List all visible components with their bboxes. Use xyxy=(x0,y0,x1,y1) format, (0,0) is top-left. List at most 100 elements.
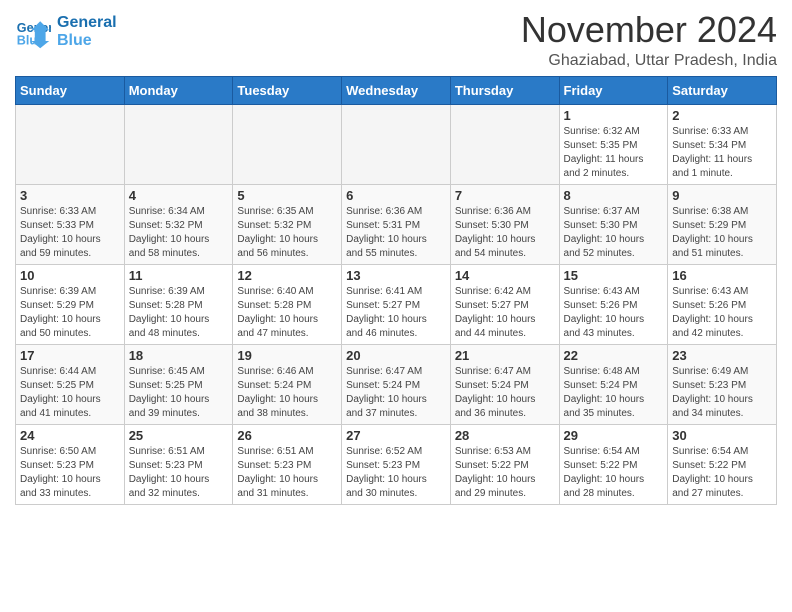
day-info: Sunrise: 6:47 AM Sunset: 5:24 PM Dayligh… xyxy=(346,365,446,421)
calendar-week-row: 24 Sunrise: 6:50 AM Sunset: 5:23 PM Dayli… xyxy=(16,424,777,504)
calendar-day-cell: 2 Sunrise: 6:33 AM Sunset: 5:34 PM Daylig… xyxy=(668,104,777,184)
day-info: Sunrise: 6:42 AM Sunset: 5:27 PM Dayligh… xyxy=(455,285,555,341)
weekday-header: Tuesday xyxy=(233,76,342,104)
title-block: November 2024 Ghaziabad, Uttar Pradesh, … xyxy=(521,10,777,70)
day-number: 18 xyxy=(129,348,229,363)
day-info: Sunrise: 6:48 AM Sunset: 5:24 PM Dayligh… xyxy=(564,365,664,421)
day-info: Sunrise: 6:49 AM Sunset: 5:23 PM Dayligh… xyxy=(672,365,772,421)
day-info: Sunrise: 6:43 AM Sunset: 5:26 PM Dayligh… xyxy=(672,285,772,341)
calendar-day-cell: 16 Sunrise: 6:43 AM Sunset: 5:26 PM Dayli… xyxy=(668,264,777,344)
calendar-day-cell xyxy=(233,104,342,184)
day-info: Sunrise: 6:46 AM Sunset: 5:24 PM Dayligh… xyxy=(237,365,337,421)
day-number: 26 xyxy=(237,428,337,443)
day-info: Sunrise: 6:38 AM Sunset: 5:29 PM Dayligh… xyxy=(672,205,772,261)
calendar-day-cell: 26 Sunrise: 6:51 AM Sunset: 5:23 PM Dayli… xyxy=(233,424,342,504)
day-number: 7 xyxy=(455,188,555,203)
day-number: 21 xyxy=(455,348,555,363)
calendar-day-cell: 1Sunrise: 6:32 AM Sunset: 5:35 PM Daylig… xyxy=(559,104,668,184)
calendar-day-cell: 14Sunrise: 6:42 AM Sunset: 5:27 PM Dayli… xyxy=(450,264,559,344)
day-number: 2 xyxy=(672,108,772,123)
calendar-day-cell: 12 Sunrise: 6:40 AM Sunset: 5:28 PM Dayli… xyxy=(233,264,342,344)
calendar-day-cell: 18 Sunrise: 6:45 AM Sunset: 5:25 PM Dayli… xyxy=(124,344,233,424)
day-info: Sunrise: 6:54 AM Sunset: 5:22 PM Dayligh… xyxy=(564,445,664,501)
day-info: Sunrise: 6:37 AM Sunset: 5:30 PM Dayligh… xyxy=(564,205,664,261)
calendar-day-cell: 9 Sunrise: 6:38 AM Sunset: 5:29 PM Daylig… xyxy=(668,184,777,264)
calendar-day-cell: 4 Sunrise: 6:34 AM Sunset: 5:32 PM Daylig… xyxy=(124,184,233,264)
logo-text-general: General xyxy=(57,14,117,32)
day-number: 22 xyxy=(564,348,664,363)
calendar-week-row: 1Sunrise: 6:32 AM Sunset: 5:35 PM Daylig… xyxy=(16,104,777,184)
day-info: Sunrise: 6:53 AM Sunset: 5:22 PM Dayligh… xyxy=(455,445,555,501)
day-info: Sunrise: 6:43 AM Sunset: 5:26 PM Dayligh… xyxy=(564,285,664,341)
day-number: 25 xyxy=(129,428,229,443)
calendar-day-cell: 3 Sunrise: 6:33 AM Sunset: 5:33 PM Daylig… xyxy=(16,184,125,264)
day-info: Sunrise: 6:51 AM Sunset: 5:23 PM Dayligh… xyxy=(237,445,337,501)
day-info: Sunrise: 6:39 AM Sunset: 5:29 PM Dayligh… xyxy=(20,285,120,341)
day-number: 5 xyxy=(237,188,337,203)
calendar-day-cell: 25 Sunrise: 6:51 AM Sunset: 5:23 PM Dayli… xyxy=(124,424,233,504)
month-title: November 2024 xyxy=(521,10,777,50)
weekday-header: Friday xyxy=(559,76,668,104)
calendar-day-cell: 23Sunrise: 6:49 AM Sunset: 5:23 PM Dayli… xyxy=(668,344,777,424)
day-info: Sunrise: 6:36 AM Sunset: 5:30 PM Dayligh… xyxy=(455,205,555,261)
day-info: Sunrise: 6:39 AM Sunset: 5:28 PM Dayligh… xyxy=(129,285,229,341)
day-number: 15 xyxy=(564,268,664,283)
calendar-day-cell: 30 Sunrise: 6:54 AM Sunset: 5:22 PM Dayli… xyxy=(668,424,777,504)
day-number: 30 xyxy=(672,428,772,443)
day-number: 17 xyxy=(20,348,120,363)
day-info: Sunrise: 6:54 AM Sunset: 5:22 PM Dayligh… xyxy=(672,445,772,501)
weekday-header: Wednesday xyxy=(342,76,451,104)
calendar-day-cell: 28 Sunrise: 6:53 AM Sunset: 5:22 PM Dayli… xyxy=(450,424,559,504)
calendar-day-cell xyxy=(450,104,559,184)
calendar-day-cell: 29Sunrise: 6:54 AM Sunset: 5:22 PM Dayli… xyxy=(559,424,668,504)
calendar-day-cell: 19 Sunrise: 6:46 AM Sunset: 5:24 PM Dayli… xyxy=(233,344,342,424)
weekday-header: Saturday xyxy=(668,76,777,104)
day-number: 16 xyxy=(672,268,772,283)
calendar-day-cell: 6 Sunrise: 6:36 AM Sunset: 5:31 PM Daylig… xyxy=(342,184,451,264)
day-info: Sunrise: 6:52 AM Sunset: 5:23 PM Dayligh… xyxy=(346,445,446,501)
day-number: 28 xyxy=(455,428,555,443)
day-info: Sunrise: 6:40 AM Sunset: 5:28 PM Dayligh… xyxy=(237,285,337,341)
day-number: 19 xyxy=(237,348,337,363)
calendar-day-cell xyxy=(342,104,451,184)
day-info: Sunrise: 6:50 AM Sunset: 5:23 PM Dayligh… xyxy=(20,445,120,501)
calendar-week-row: 10 Sunrise: 6:39 AM Sunset: 5:29 PM Dayli… xyxy=(16,264,777,344)
calendar-day-cell: 21 Sunrise: 6:47 AM Sunset: 5:24 PM Dayli… xyxy=(450,344,559,424)
calendar-day-cell: 20 Sunrise: 6:47 AM Sunset: 5:24 PM Dayli… xyxy=(342,344,451,424)
weekday-header: Monday xyxy=(124,76,233,104)
weekday-header: Thursday xyxy=(450,76,559,104)
day-number: 13 xyxy=(346,268,446,283)
day-info: Sunrise: 6:33 AM Sunset: 5:33 PM Dayligh… xyxy=(20,205,120,261)
calendar-day-cell: 7 Sunrise: 6:36 AM Sunset: 5:30 PM Daylig… xyxy=(450,184,559,264)
day-number: 3 xyxy=(20,188,120,203)
day-number: 6 xyxy=(346,188,446,203)
calendar-day-cell: 8 Sunrise: 6:37 AM Sunset: 5:30 PM Daylig… xyxy=(559,184,668,264)
day-number: 4 xyxy=(129,188,229,203)
calendar-day-cell: 22 Sunrise: 6:48 AM Sunset: 5:24 PM Dayli… xyxy=(559,344,668,424)
day-number: 10 xyxy=(20,268,120,283)
calendar-week-row: 17Sunrise: 6:44 AM Sunset: 5:25 PM Dayli… xyxy=(16,344,777,424)
day-info: Sunrise: 6:51 AM Sunset: 5:23 PM Dayligh… xyxy=(129,445,229,501)
calendar-table: SundayMondayTuesdayWednesdayThursdayFrid… xyxy=(15,76,777,505)
day-info: Sunrise: 6:45 AM Sunset: 5:25 PM Dayligh… xyxy=(129,365,229,421)
day-info: Sunrise: 6:47 AM Sunset: 5:24 PM Dayligh… xyxy=(455,365,555,421)
day-info: Sunrise: 6:36 AM Sunset: 5:31 PM Dayligh… xyxy=(346,205,446,261)
calendar-day-cell xyxy=(124,104,233,184)
day-info: Sunrise: 6:33 AM Sunset: 5:34 PM Dayligh… xyxy=(672,125,772,181)
day-number: 20 xyxy=(346,348,446,363)
calendar-day-cell: 24 Sunrise: 6:50 AM Sunset: 5:23 PM Dayli… xyxy=(16,424,125,504)
day-number: 8 xyxy=(564,188,664,203)
day-number: 12 xyxy=(237,268,337,283)
calendar-day-cell: 27Sunrise: 6:52 AM Sunset: 5:23 PM Dayli… xyxy=(342,424,451,504)
day-number: 11 xyxy=(129,268,229,283)
calendar-day-cell: 11 Sunrise: 6:39 AM Sunset: 5:28 PM Dayli… xyxy=(124,264,233,344)
day-info: Sunrise: 6:35 AM Sunset: 5:32 PM Dayligh… xyxy=(237,205,337,261)
day-number: 9 xyxy=(672,188,772,203)
day-info: Sunrise: 6:34 AM Sunset: 5:32 PM Dayligh… xyxy=(129,205,229,261)
calendar-day-cell: 5 Sunrise: 6:35 AM Sunset: 5:32 PM Daylig… xyxy=(233,184,342,264)
calendar-day-cell: 15 Sunrise: 6:43 AM Sunset: 5:26 PM Dayli… xyxy=(559,264,668,344)
day-info: Sunrise: 6:41 AM Sunset: 5:27 PM Dayligh… xyxy=(346,285,446,341)
day-info: Sunrise: 6:32 AM Sunset: 5:35 PM Dayligh… xyxy=(564,125,664,181)
page-header: General Blue General Blue November 2024 … xyxy=(15,10,777,70)
day-number: 24 xyxy=(20,428,120,443)
